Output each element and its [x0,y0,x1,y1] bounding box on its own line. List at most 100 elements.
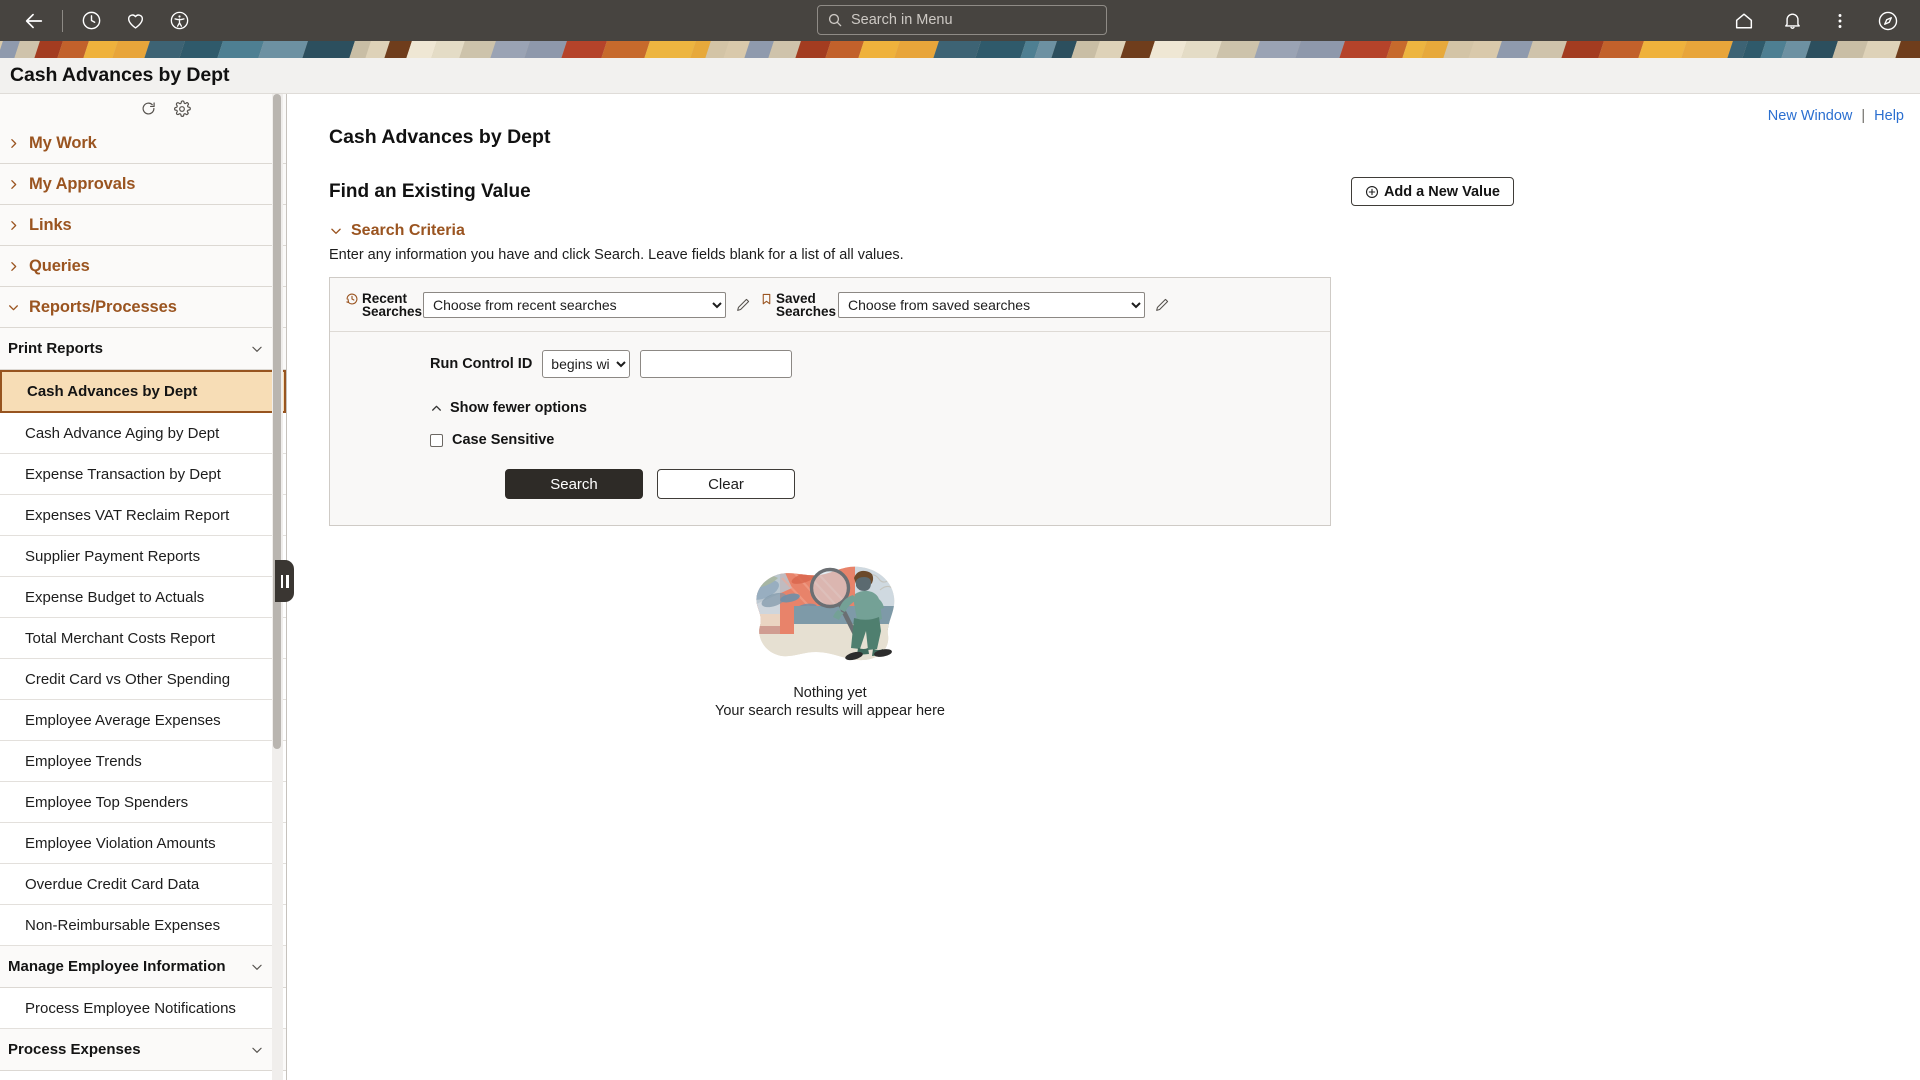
chevron-down-icon [250,342,264,356]
main-content-area: New Window | Help Cash Advances by Dept … [288,94,1920,1080]
pencil-edit-icon[interactable] [1154,297,1170,313]
empty-state-text: Nothing yet Your search results will app… [715,684,945,720]
sidebar-item-label: Reports/Processes [29,297,177,316]
sidebar-item-credit-card-vs-other-spending[interactable]: Credit Card vs Other Spending [0,659,286,700]
bookmark-icon [760,291,773,306]
sidebar-item-queries[interactable]: Queries [0,246,286,287]
find-existing-header-row: Find an Existing Value Add a New Value [329,177,1514,206]
search-fields-section: Run Control ID begins with Show fewer op… [330,332,1330,525]
sidebar-item-reports-processes[interactable]: Reports/Processes [0,287,286,328]
sidebar-group-label: Manage Employee Information [8,958,226,975]
sidebar-item-expense-transaction-by-dept[interactable]: Expense Transaction by Dept [0,454,286,495]
search-input[interactable] [851,12,1106,28]
compass-navbar-icon[interactable] [1864,0,1912,41]
refresh-icon[interactable] [140,100,157,117]
sidebar-item-employee-violation-amounts[interactable]: Employee Violation Amounts [0,823,286,864]
saved-searches-select[interactable]: Choose from saved searches [838,291,1145,318]
recent-searches-label: Recent Searches [362,290,423,319]
run-control-id-input[interactable] [640,350,793,378]
new-window-link[interactable]: New Window [1768,108,1853,124]
component-title: Cash Advances by Dept [329,126,551,148]
topbar-right-icons [1720,0,1912,41]
add-new-value-label: Add a New Value [1383,183,1500,200]
sidebar-item-label: Expense Budget to Actuals [25,588,205,606]
sidebar-item-label: Employee Violation Amounts [25,834,216,852]
kebab-menu-icon[interactable] [1816,0,1864,41]
chevron-right-icon [7,260,20,273]
pencil-edit-icon[interactable] [735,297,751,313]
accessibility-icon[interactable] [157,0,201,41]
topbar-left-icons [0,0,201,41]
navigation-sidebar: My Work My Approvals Links Queries Reports/P… [0,94,287,1080]
case-sensitive-label[interactable]: Case Sensitive [452,432,554,448]
search-actions-row: Search Clear [330,469,1330,525]
sidebar-item-expenses-vat-reclaim-report[interactable]: Expenses VAT Reclaim Report [0,495,286,536]
sidebar-item-label: Total Merchant Costs Report [25,629,216,647]
search-icon [827,12,843,28]
sidebar-item-label: Credit Card vs Other Spending [25,670,231,688]
run-control-id-row: Run Control ID begins with [330,350,1330,378]
heart-favorites-icon[interactable] [113,0,157,41]
menu-search-box[interactable] [817,5,1107,35]
sidebar-menu-list: My Work My Approvals Links Queries Reports/P… [0,123,286,1080]
sidebar-item-my-approvals[interactable]: My Approvals [0,164,286,205]
sidebar-item-total-merchant-costs-report[interactable]: Total Merchant Costs Report [0,618,286,659]
collapse-panel-icon[interactable] [275,560,294,602]
sidebar-scrollbar-thumb[interactable] [273,94,281,749]
sidebar-item-non-reimbursable-expenses[interactable]: Non-Reimbursable Expenses [0,905,286,946]
sidebar-item-supplier-payment-reports[interactable]: Supplier Payment Reports [0,536,286,577]
saved-searches-label-group: Saved Searches [760,290,837,319]
menu-search-container[interactable] [817,5,1107,35]
saved-search-row: Recent Searches Choose from recent search… [330,278,1330,332]
sidebar-group-process-expenses[interactable]: Process Expenses [0,1029,286,1071]
chevron-right-icon [7,137,20,150]
sidebar-group-label: Print Reports [8,340,104,357]
search-button[interactable]: Search [505,469,643,499]
sidebar-group-print-reports[interactable]: Print Reports [0,328,286,370]
sidebar-group-manage-employee-information[interactable]: Manage Employee Information [0,946,286,988]
chevron-down-icon [7,301,20,314]
sidebar-item-employee-average-expenses[interactable]: Employee Average Expenses [0,700,286,741]
sidebar-item-label: Expenses VAT Reclaim Report [25,506,230,524]
bell-notifications-icon[interactable] [1768,0,1816,41]
run-control-id-operator-select[interactable]: begins with [542,350,631,378]
show-fewer-options-label: Show fewer options [450,400,587,416]
sidebar-item-expense-budget-to-actuals[interactable]: Expense Budget to Actuals [0,577,286,618]
gear-settings-icon[interactable] [173,99,191,118]
sidebar-item-label: Non-Reimbursable Expenses [25,916,221,934]
sidebar-item-cash-advances-by-dept[interactable]: Cash Advances by Dept [0,370,286,413]
help-link[interactable]: Help [1874,108,1904,124]
chevron-right-icon [7,219,20,232]
sidebar-item-overdue-credit-card-data[interactable]: Overdue Credit Card Data [0,864,286,905]
back-arrow-icon[interactable] [12,0,56,41]
clock-history-icon[interactable] [69,0,113,41]
sidebar-item-label: Supplier Payment Reports [25,547,201,565]
empty-state-title: Nothing yet [793,685,867,701]
sidebar-item-cash-advance-aging-by-dept[interactable]: Cash Advance Aging by Dept [0,413,286,454]
add-new-value-button[interactable]: Add a New Value [1350,177,1514,206]
recent-searches-select[interactable]: Choose from recent searches [423,291,726,318]
clear-button[interactable]: Clear [657,469,795,499]
sidebar-item-label: Queries [29,256,90,275]
sidebar-item-links[interactable]: Links [0,205,286,246]
sidebar-item-label: Employee Trends [25,752,142,770]
sidebar-item-my-work[interactable]: My Work [0,123,286,164]
saved-searches-label: Saved Searches [776,290,837,319]
sidebar-item-label: Employee Average Expenses [25,711,221,729]
sidebar-item-label: Overdue Credit Card Data [25,875,200,893]
chevron-up-icon [430,402,443,415]
home-icon[interactable] [1720,0,1768,41]
page-action-links: New Window | Help [1768,108,1904,124]
sidebar-item-employee-trends[interactable]: Employee Trends [0,741,286,782]
link-separator: | [1861,108,1866,124]
run-control-id-label: Run Control ID [430,356,533,372]
case-sensitive-row: Case Sensitive [330,432,1330,448]
sidebar-toolbar [0,94,286,123]
sidebar-item-process-employee-notifications[interactable]: Process Employee Notifications [0,988,286,1029]
case-sensitive-checkbox[interactable] [430,433,443,447]
show-fewer-options-toggle[interactable]: Show fewer options [330,400,1330,416]
chevron-down-icon [250,1043,264,1057]
sidebar-item-expense-processing[interactable]: Expense Processing [0,1071,286,1080]
sidebar-item-employee-top-spenders[interactable]: Employee Top Spenders [0,782,286,823]
search-criteria-toggle[interactable]: Search Criteria [329,222,1920,240]
